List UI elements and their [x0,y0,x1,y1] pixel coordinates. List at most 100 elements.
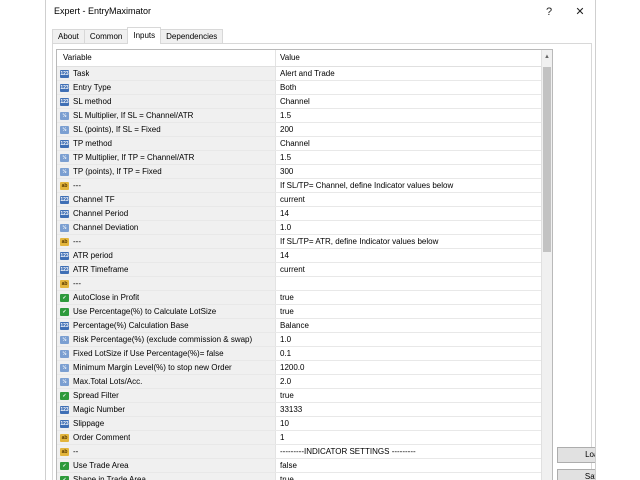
value-cell[interactable]: If SL/TP= Channel, define Indicator valu… [276,179,541,192]
bool-type-icon: ✓ [60,391,69,400]
column-header-value[interactable]: Value [276,50,541,66]
value-cell[interactable]: 300 [276,165,541,178]
table-row[interactable]: 123 Task Alert and Trade [57,67,541,81]
tab-about[interactable]: About [52,29,85,44]
close-button[interactable]: ✕ [569,4,591,20]
grid-rows: 123 Task Alert and Trade 123 Entry Type Both 1… [57,67,541,480]
value-cell[interactable]: If SL/TP= ATR, define Indicator values b… [276,235,541,248]
table-row[interactable]: 123 Channel TF current [57,193,541,207]
help-button[interactable]: ? [538,4,560,20]
value-cell[interactable]: 1200.0 [276,361,541,374]
table-row[interactable]: 123 ATR period 14 [57,249,541,263]
table-row[interactable]: ½ Channel Deviation 1.0 [57,221,541,235]
ab-type-icon: ab [60,447,69,456]
table-row[interactable]: ab --- If SL/TP= Channel, define Indicato… [57,179,541,193]
value-cell[interactable]: true [276,389,541,402]
value-cell[interactable]: Channel [276,137,541,150]
variable-label: SL (points), If SL = Fixed [73,125,161,134]
bool-type-icon: ✓ [60,307,69,316]
value-cell[interactable]: 1.0 [276,333,541,346]
table-row[interactable]: ½ Risk Percentage(%) (exclude commission … [57,333,541,347]
scroll-up-arrow-icon[interactable]: ▲ [544,54,550,60]
table-row[interactable]: ½ Minimum Margin Level(%) to stop new Ord… [57,361,541,375]
num-type-icon: 123 [60,265,69,274]
table-row[interactable]: ½ TP (points), If TP = Fixed 300 [57,165,541,179]
column-header-variable[interactable]: Variable [57,50,276,66]
vertical-scrollbar[interactable]: ▲ [541,50,552,480]
value-cell[interactable]: 10 [276,417,541,430]
value-cell[interactable]: 33133 [276,403,541,416]
table-row[interactable]: ½ Fixed LotSize if Use Percentage(%)= fal… [57,347,541,361]
table-row[interactable]: 123 Percentage(%) Calculation Base Balance [57,319,541,333]
value-cell[interactable]: Alert and Trade [276,67,541,80]
table-row[interactable]: ✓ Use Percentage(%) to Calculate LotSize t… [57,305,541,319]
value-cell[interactable]: true [276,473,541,480]
value-cell[interactable]: Channel [276,95,541,108]
variable-cell: 123 TP method [57,137,276,150]
value-cell[interactable]: 1 [276,431,541,444]
value-cell[interactable]: 1.0 [276,221,541,234]
table-row[interactable]: 123 Channel Period 14 [57,207,541,221]
value-cell[interactable]: 0.1 [276,347,541,360]
value-cell[interactable]: current [276,193,541,206]
variable-cell: ✓ Shape in Trade Area [57,473,276,480]
value-cell[interactable]: 1.5 [276,109,541,122]
value-cell[interactable]: Balance [276,319,541,332]
value-cell[interactable] [276,277,541,290]
variable-cell: 123 ATR Timeframe [57,263,276,276]
tab-inputs[interactable]: Inputs [127,27,162,44]
value-cell[interactable]: 1.5 [276,151,541,164]
value-cell[interactable]: true [276,291,541,304]
tab-common[interactable]: Common [83,29,129,44]
title-bar[interactable]: Expert - EntryMaximator ? ✕ [46,0,595,24]
load-button[interactable]: Load [557,447,595,463]
value-cell[interactable]: Both [276,81,541,94]
table-row[interactable]: 123 SL method Channel [57,95,541,109]
value-cell[interactable]: false [276,459,541,472]
variable-cell: 123 ATR period [57,249,276,262]
variable-cell: ab --- [57,277,276,290]
variable-label: SL method [73,97,112,106]
value-cell[interactable]: true [276,305,541,318]
num-type-icon: 123 [60,69,69,78]
table-row[interactable]: 123 Magic Number 33133 [57,403,541,417]
table-row[interactable]: ✓ Spread Filter true [57,389,541,403]
variable-cell: ½ Risk Percentage(%) (exclude commission … [57,333,276,346]
variable-cell: ✓ AutoClose in Profit [57,291,276,304]
table-row[interactable]: ab Order Comment 1 [57,431,541,445]
value-cell[interactable]: 14 [276,249,541,262]
table-row[interactable]: ½ SL Multiplier, If SL = Channel/ATR 1.5 [57,109,541,123]
variable-label: Percentage(%) Calculation Base [73,321,189,330]
table-row[interactable]: 123 TP method Channel [57,137,541,151]
scrollbar-thumb[interactable] [543,67,551,252]
ab-type-icon: ab [60,433,69,442]
variable-label: Shape in Trade Area [73,475,146,480]
table-row[interactable]: ab -- ---------INDICATOR SETTINGS --------… [57,445,541,459]
tab-dependencies[interactable]: Dependencies [160,29,224,44]
dbl-type-icon: ½ [60,111,69,120]
variable-label: ATR period [73,251,113,260]
window-title: Expert - EntryMaximator [54,6,152,16]
table-row[interactable]: 123 Entry Type Both [57,81,541,95]
table-row[interactable]: ½ TP Multiplier, If TP = Channel/ATR 1.5 [57,151,541,165]
table-row[interactable]: ½ Max.Total Lots/Acc. 2.0 [57,375,541,389]
dbl-type-icon: ½ [60,377,69,386]
table-row[interactable]: ½ SL (points), If SL = Fixed 200 [57,123,541,137]
table-row[interactable]: ✓ AutoClose in Profit true [57,291,541,305]
value-cell[interactable]: 200 [276,123,541,136]
table-row[interactable]: ab --- If SL/TP= ATR, define Indicator va… [57,235,541,249]
value-cell[interactable]: 14 [276,207,541,220]
table-row[interactable]: ✓ Use Trade Area false [57,459,541,473]
value-cell[interactable]: ---------INDICATOR SETTINGS --------- [276,445,541,458]
ab-type-icon: ab [60,181,69,190]
value-cell[interactable]: 2.0 [276,375,541,388]
table-row[interactable]: ab --- [57,277,541,291]
dbl-type-icon: ½ [60,153,69,162]
dbl-type-icon: ½ [60,167,69,176]
value-cell[interactable]: current [276,263,541,276]
table-row[interactable]: 123 Slippage 10 [57,417,541,431]
table-row[interactable]: ✓ Shape in Trade Area true [57,473,541,480]
table-row[interactable]: 123 ATR Timeframe current [57,263,541,277]
save-button[interactable]: Save [557,469,595,480]
variable-label: SL Multiplier, If SL = Channel/ATR [73,111,194,120]
